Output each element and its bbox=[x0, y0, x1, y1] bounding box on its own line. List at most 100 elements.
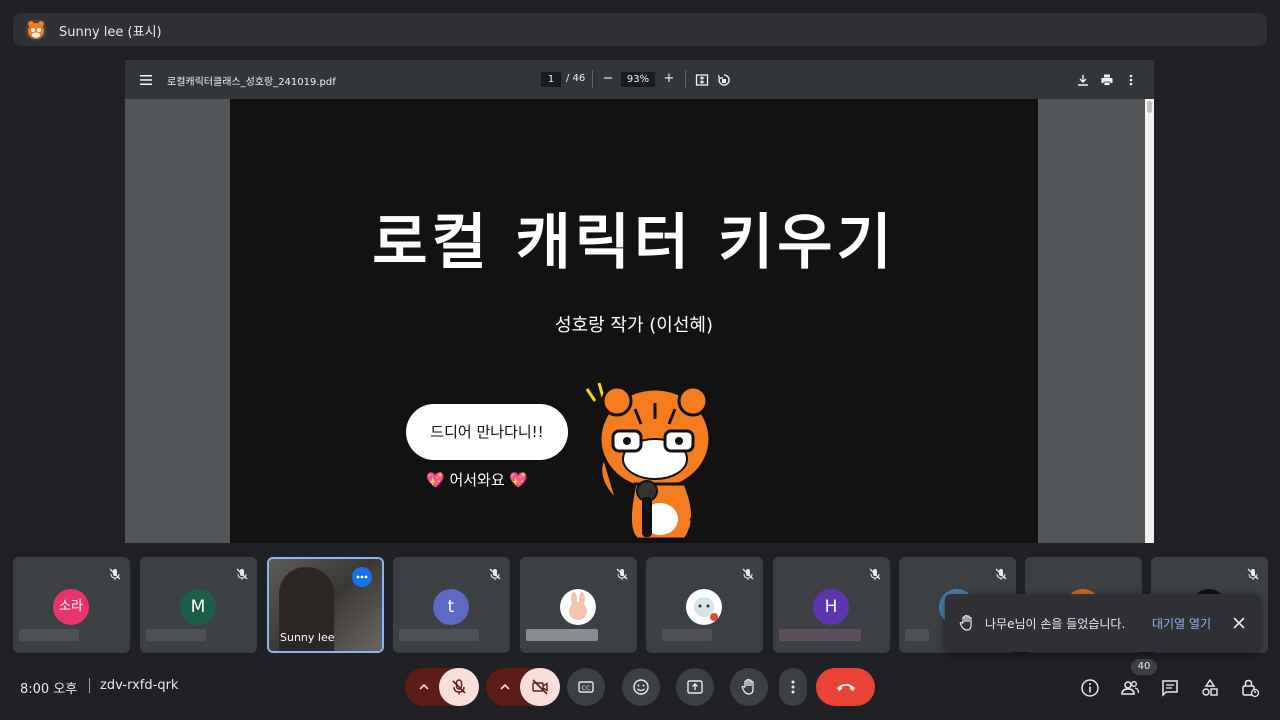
pdf-toolbar: 로컬캐릭터클래스_성호랑_241019.pdf 1 / 46 − 93% + bbox=[125, 60, 1154, 99]
mic-off-icon bbox=[869, 568, 881, 580]
zoom-input[interactable]: 93% bbox=[621, 72, 655, 87]
slide-title: 로컬 캐릭터 키우기 bbox=[372, 208, 896, 278]
participant-name-blurred bbox=[399, 629, 479, 641]
mic-off-icon bbox=[742, 568, 754, 580]
shapes-icon bbox=[1202, 678, 1218, 696]
camera-off-icon bbox=[532, 679, 548, 695]
page-total: / 46 bbox=[566, 73, 586, 84]
more-vert-icon[interactable] bbox=[1124, 72, 1138, 86]
raise-hand-icon bbox=[741, 678, 754, 695]
host-controls-button[interactable] bbox=[1239, 677, 1261, 699]
tiger-character-illustration bbox=[585, 382, 727, 541]
captions-button[interactable]: CC bbox=[567, 668, 605, 706]
mic-off-icon bbox=[452, 679, 466, 695]
participant-count-badge: 40 bbox=[1131, 659, 1157, 675]
footer-divider bbox=[89, 678, 90, 693]
meeting-info-button[interactable] bbox=[1079, 677, 1101, 699]
open-queue-link[interactable]: 대기열 열기 bbox=[1152, 615, 1211, 632]
info-icon bbox=[1081, 679, 1099, 697]
bunny-avatar-icon bbox=[569, 592, 587, 620]
fit-page-icon[interactable] bbox=[695, 72, 709, 86]
zoom-in-button[interactable]: + bbox=[661, 71, 677, 87]
participant-name-blurred bbox=[526, 629, 598, 641]
participant-avatar bbox=[686, 589, 722, 625]
participant-name-blurred bbox=[662, 629, 712, 641]
participant-tile[interactable]: 소라 bbox=[13, 557, 130, 653]
toolbar-divider bbox=[592, 70, 593, 88]
mic-options-button[interactable] bbox=[405, 668, 443, 706]
people-icon bbox=[1121, 681, 1140, 695]
activities-button[interactable] bbox=[1199, 677, 1221, 699]
participant-name-blurred bbox=[146, 629, 206, 641]
raised-hand-icon bbox=[959, 614, 972, 631]
participant-name: Sunny lee bbox=[280, 631, 335, 644]
presenter-name: Sunny lee (표시) bbox=[59, 25, 162, 40]
mic-toggle-button[interactable] bbox=[439, 668, 479, 706]
raise-hand-button[interactable] bbox=[730, 668, 768, 706]
menu-icon[interactable] bbox=[139, 72, 153, 86]
welcome-text: 💖 어서와요 💖 bbox=[426, 471, 529, 489]
mic-off-icon bbox=[489, 568, 501, 580]
slide-subtitle: 성호랑 작가 (이선혜) bbox=[555, 315, 713, 336]
meeting-code: zdv-rxfd-qrk bbox=[100, 678, 179, 693]
mic-control-group bbox=[405, 668, 479, 706]
participant-tile[interactable]: t bbox=[393, 557, 510, 653]
meeting-clock: 8:00 오후 bbox=[20, 682, 78, 697]
close-icon[interactable] bbox=[1233, 617, 1245, 629]
participant-avatar bbox=[560, 589, 596, 625]
pdf-page: 로컬 캐릭터 키우기 성호랑 작가 (이선혜) 드디어 만나다니!! 💖 어서와… bbox=[230, 99, 1038, 543]
tiger-avatar-icon bbox=[28, 21, 44, 39]
present-screen-button[interactable] bbox=[676, 668, 714, 706]
chevron-up-icon bbox=[419, 683, 429, 690]
mic-off-icon bbox=[109, 568, 121, 580]
participant-avatar: 소라 bbox=[53, 589, 89, 625]
camera-toggle-button[interactable] bbox=[520, 668, 560, 706]
presenter-avatar bbox=[25, 19, 47, 41]
notification-message: 나무e님이 손을 들었습니다. bbox=[985, 617, 1126, 631]
mic-off-icon bbox=[236, 568, 248, 580]
pdf-filename: 로컬캐릭터클래스_성호랑_241019.pdf bbox=[167, 77, 336, 88]
svg-text:CC: CC bbox=[582, 685, 590, 692]
download-icon[interactable] bbox=[1076, 72, 1090, 86]
camera-control-group bbox=[486, 668, 560, 706]
pdf-scroll-thumb[interactable] bbox=[1147, 101, 1152, 113]
zoom-out-button[interactable]: − bbox=[600, 71, 616, 87]
camera-options-button[interactable] bbox=[486, 668, 524, 706]
mic-off-icon bbox=[616, 568, 628, 580]
mic-off-icon bbox=[995, 568, 1007, 580]
more-options-button[interactable] bbox=[779, 668, 807, 706]
chevron-up-icon bbox=[500, 683, 510, 690]
present-icon bbox=[687, 680, 703, 694]
print-icon[interactable] bbox=[1100, 72, 1114, 86]
toolbar-divider bbox=[685, 70, 686, 88]
participant-avatar: t bbox=[433, 589, 469, 625]
closed-captions-icon: CC bbox=[578, 681, 594, 693]
pdf-scrollbar[interactable] bbox=[1145, 99, 1154, 543]
participant-name-blurred bbox=[779, 629, 861, 641]
chat-button[interactable] bbox=[1159, 677, 1181, 699]
participant-avatar: M bbox=[180, 589, 216, 625]
leave-call-button[interactable] bbox=[816, 668, 875, 706]
participant-tile[interactable]: M bbox=[140, 557, 257, 653]
emoji-icon bbox=[633, 679, 649, 695]
people-button[interactable] bbox=[1119, 677, 1141, 699]
lock-person-icon bbox=[1242, 679, 1260, 698]
reactions-button[interactable] bbox=[622, 668, 660, 706]
participant-avatar: H bbox=[813, 589, 849, 625]
more-vert-icon bbox=[791, 680, 795, 694]
pdf-viewer: 로컬캐릭터클래스_성호랑_241019.pdf 1 / 46 − 93% + 로… bbox=[125, 60, 1154, 543]
participant-name-blurred bbox=[19, 629, 79, 641]
page-number-input[interactable]: 1 bbox=[541, 72, 561, 87]
mic-off-icon bbox=[1247, 568, 1259, 580]
participant-tile[interactable] bbox=[520, 557, 637, 653]
participant-tile-self[interactable]: Sunny lee bbox=[267, 557, 384, 653]
character-avatar-icon bbox=[694, 597, 718, 621]
more-options-icon[interactable] bbox=[352, 567, 372, 587]
speech-bubble: 드디어 만나다니!! bbox=[406, 404, 568, 460]
raise-hand-notification: 나무e님이 손을 들었습니다. 대기열 열기 bbox=[945, 594, 1260, 652]
chat-icon bbox=[1162, 680, 1178, 697]
rotate-icon[interactable] bbox=[717, 72, 731, 86]
participant-tile[interactable]: H bbox=[773, 557, 890, 653]
participant-tile[interactable] bbox=[646, 557, 763, 653]
participant-name-blurred bbox=[905, 629, 929, 641]
